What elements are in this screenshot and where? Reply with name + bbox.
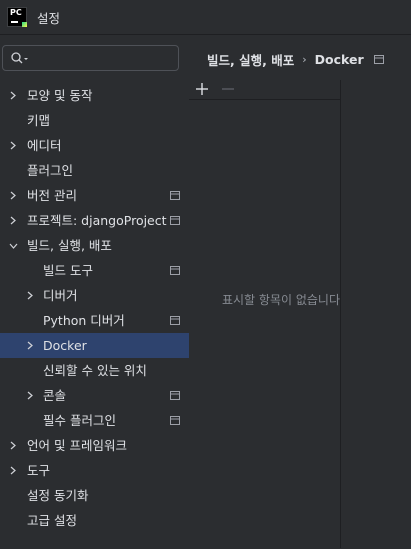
chevron-down-icon[interactable]: [8, 233, 20, 258]
tree-item-advanced[interactable]: 고급 설정: [0, 508, 189, 533]
breadcrumb-separator: ›: [302, 52, 307, 66]
project-level-icon: [170, 191, 180, 200]
chevron-right-icon[interactable]: [8, 208, 20, 233]
tree-item-plugins[interactable]: 플러그인: [0, 158, 189, 183]
tree-item-keymap[interactable]: 키맵: [0, 108, 189, 133]
tree-item-appearance[interactable]: 모양 및 동작: [0, 83, 189, 108]
add-icon[interactable]: [195, 82, 209, 96]
project-level-icon: [170, 216, 180, 225]
tree-item-console[interactable]: 콘솔: [0, 383, 189, 408]
tree-item-editor[interactable]: 에디터: [0, 133, 189, 158]
remove-icon[interactable]: [221, 82, 235, 96]
chevron-right-icon[interactable]: [8, 433, 20, 458]
pycharm-logo-icon: PC: [7, 7, 27, 27]
tree-item-build[interactable]: 빌드, 실행, 배포: [0, 233, 189, 258]
project-level-icon: [170, 391, 180, 400]
tree-item-tools[interactable]: 도구: [0, 458, 189, 483]
tree-item-project[interactable]: 프로젝트: djangoProject: [0, 208, 189, 233]
list-toolbar: [189, 80, 340, 98]
project-level-icon: [170, 316, 180, 325]
tree-item-debugger[interactable]: 디버거: [0, 283, 189, 308]
tree-item-required-plugins[interactable]: 필수 플러그인: [0, 408, 189, 433]
settings-sidebar: 모양 및 동작 키맵 에디터 플러그인 버전 관리 프로젝트: djangoPr…: [0, 35, 189, 548]
tree-item-python-debugger[interactable]: Python 디버거: [0, 308, 189, 333]
chevron-right-icon[interactable]: [8, 458, 20, 483]
chevron-right-icon[interactable]: [25, 283, 37, 308]
project-level-icon: [170, 416, 180, 425]
tree-item-languages[interactable]: 언어 및 프레임워크: [0, 433, 189, 458]
chevron-right-icon[interactable]: [8, 183, 20, 208]
chevron-right-icon[interactable]: [8, 83, 20, 108]
tree-item-settings-sync[interactable]: 설정 동기화: [0, 483, 189, 508]
chevron-right-icon[interactable]: [25, 333, 37, 358]
project-level-icon: [170, 266, 180, 275]
panel-divider[interactable]: [340, 80, 341, 548]
settings-tree: 모양 및 동작 키맵 에디터 플러그인 버전 관리 프로젝트: djangoPr…: [0, 83, 189, 533]
tree-item-vcs[interactable]: 버전 관리: [0, 183, 189, 208]
chevron-right-icon[interactable]: [8, 133, 20, 158]
chevron-right-icon[interactable]: [25, 383, 37, 408]
docker-settings-panel: 빌드, 실행, 배포 › Docker 표시할 항목이 없습니다: [189, 35, 411, 548]
breadcrumb: 빌드, 실행, 배포 › Docker: [189, 35, 411, 83]
window-title: 설정: [37, 10, 61, 26]
search-icon: [11, 52, 28, 64]
search-input[interactable]: [2, 45, 179, 71]
breadcrumb-parent[interactable]: 빌드, 실행, 배포: [207, 50, 294, 69]
tree-item-trusted-locations[interactable]: 신뢰할 수 있는 위치: [0, 358, 189, 383]
project-level-icon: [373, 54, 384, 64]
title-bar: PC 설정: [0, 0, 411, 35]
tree-item-docker[interactable]: Docker: [0, 333, 189, 358]
empty-list-text: 표시할 항목이 없습니다: [221, 293, 340, 307]
docker-connections-list[interactable]: 표시할 항목이 없습니다: [189, 99, 340, 549]
breadcrumb-current: Docker: [314, 51, 364, 67]
tree-item-build-tools[interactable]: 빌드 도구: [0, 258, 189, 283]
